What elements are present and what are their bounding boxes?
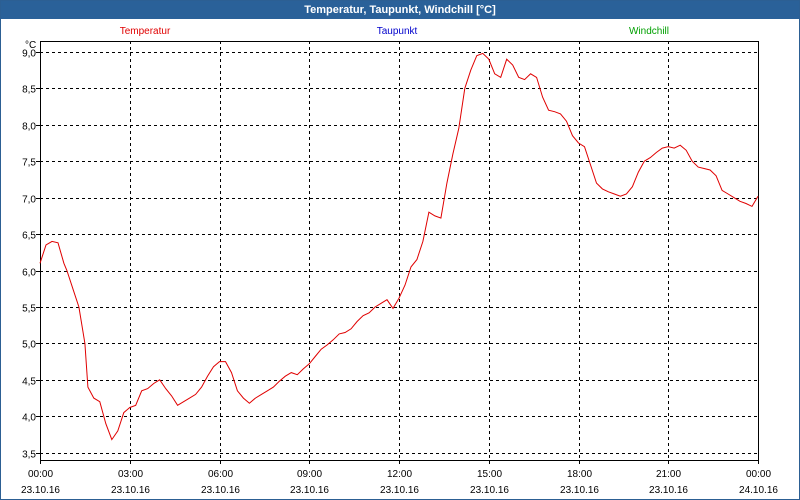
x-tick-time-label: 00:00	[28, 469, 53, 480]
x-tick-date-label: 23.10.16	[21, 485, 60, 496]
x-tick-date-label: 23.10.16	[380, 485, 419, 496]
y-tick-label: 6,0	[22, 268, 36, 279]
x-tick-time-label: 12:00	[387, 469, 412, 480]
x-tick-time-label: 03:00	[118, 469, 143, 480]
y-tick-label: 8,5	[22, 85, 36, 96]
y-tick-label: 5,5	[22, 304, 36, 315]
x-tick-date-label: 24.10.16	[739, 485, 778, 496]
x-tick-date-label: 23.10.16	[649, 485, 688, 496]
y-tick-label: 4,5	[22, 377, 36, 388]
legend-entry-temperatur: Temperatur	[120, 26, 171, 37]
x-tick-date-label: 23.10.16	[470, 485, 509, 496]
x-tick-time-label: 09:00	[297, 469, 322, 480]
y-tick-label: 7,5	[22, 158, 36, 169]
x-tick-date-label: 23.10.16	[560, 485, 599, 496]
y-tick-label: 6,5	[22, 231, 36, 242]
x-tick-date-label: 23.10.16	[290, 485, 329, 496]
line-chart: 3,54,04,55,05,56,06,57,07,58,08,59,000:0…	[21, 26, 778, 496]
y-tick-label: 8,0	[22, 122, 36, 133]
x-tick-date-label: 23.10.16	[111, 485, 150, 496]
y-tick-label: 4,0	[22, 413, 36, 424]
legend-entry-taupunkt: Taupunkt	[377, 26, 418, 37]
y-axis-unit-label: °C	[25, 40, 36, 51]
legend-entry-windchill: Windchill	[629, 26, 669, 37]
y-tick-label: 3,5	[22, 450, 36, 461]
x-tick-date-label: 23.10.16	[201, 485, 240, 496]
x-tick-time-label: 15:00	[477, 469, 502, 480]
x-tick-time-label: 18:00	[567, 469, 592, 480]
x-tick-time-label: 00:00	[746, 469, 771, 480]
x-tick-time-label: 21:00	[656, 469, 681, 480]
y-tick-label: 7,0	[22, 195, 36, 206]
y-tick-label: 5,0	[22, 340, 36, 351]
x-tick-time-label: 06:00	[208, 469, 233, 480]
